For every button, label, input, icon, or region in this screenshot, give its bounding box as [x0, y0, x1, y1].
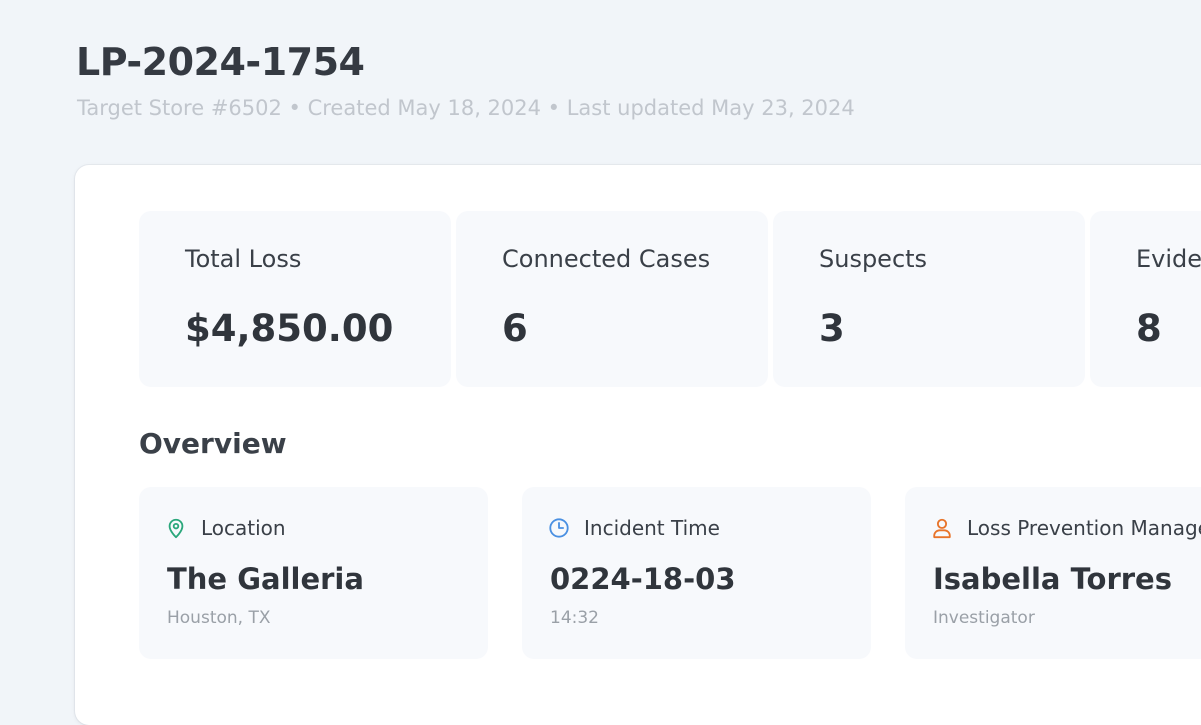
info-sub: Investigator	[933, 608, 1035, 628]
info-sub: Houston, TX	[167, 608, 271, 628]
info-value: 0224-18-03	[550, 562, 736, 596]
page-subtitle: Target Store #6502 • Created May 18, 202…	[77, 96, 855, 120]
info-label: Incident Time	[584, 516, 720, 540]
stat-value: 6	[502, 307, 528, 350]
stat-label: Connected Cases	[502, 245, 711, 273]
overview-manager: Loss Prevention Manager Isabella Torres …	[905, 487, 1201, 659]
info-value: The Galleria	[167, 562, 364, 596]
stat-label: Total Loss	[185, 245, 302, 273]
case-card: Total Loss $4,850.00 Connected Cases 6 S…	[75, 165, 1201, 725]
overview-title: Overview	[139, 427, 287, 460]
info-label: Loss Prevention Manager	[967, 516, 1201, 540]
info-value: Isabella Torres	[933, 562, 1172, 596]
stat-suspects: Suspects 3	[773, 211, 1085, 387]
overview-location: Location The Galleria Houston, TX	[139, 487, 488, 659]
stat-connected-cases: Connected Cases 6	[456, 211, 768, 387]
overview-incident-time: Incident Time 0224-18-03 14:32	[522, 487, 871, 659]
stat-value: $4,850.00	[185, 307, 394, 350]
location-pin-icon	[168, 518, 184, 539]
stat-value: 3	[819, 307, 845, 350]
stat-label: Suspects	[819, 245, 928, 273]
stat-label: Evidence	[1136, 245, 1201, 273]
info-label: Location	[201, 516, 286, 540]
page-title: LP-2024-1754	[76, 40, 365, 84]
stat-total-loss: Total Loss $4,850.00	[139, 211, 451, 387]
person-icon	[933, 518, 951, 539]
stat-evidence: Evidence 8	[1090, 211, 1201, 387]
clock-icon	[549, 518, 569, 538]
info-sub: 14:32	[550, 608, 599, 628]
stat-value: 8	[1136, 307, 1162, 350]
